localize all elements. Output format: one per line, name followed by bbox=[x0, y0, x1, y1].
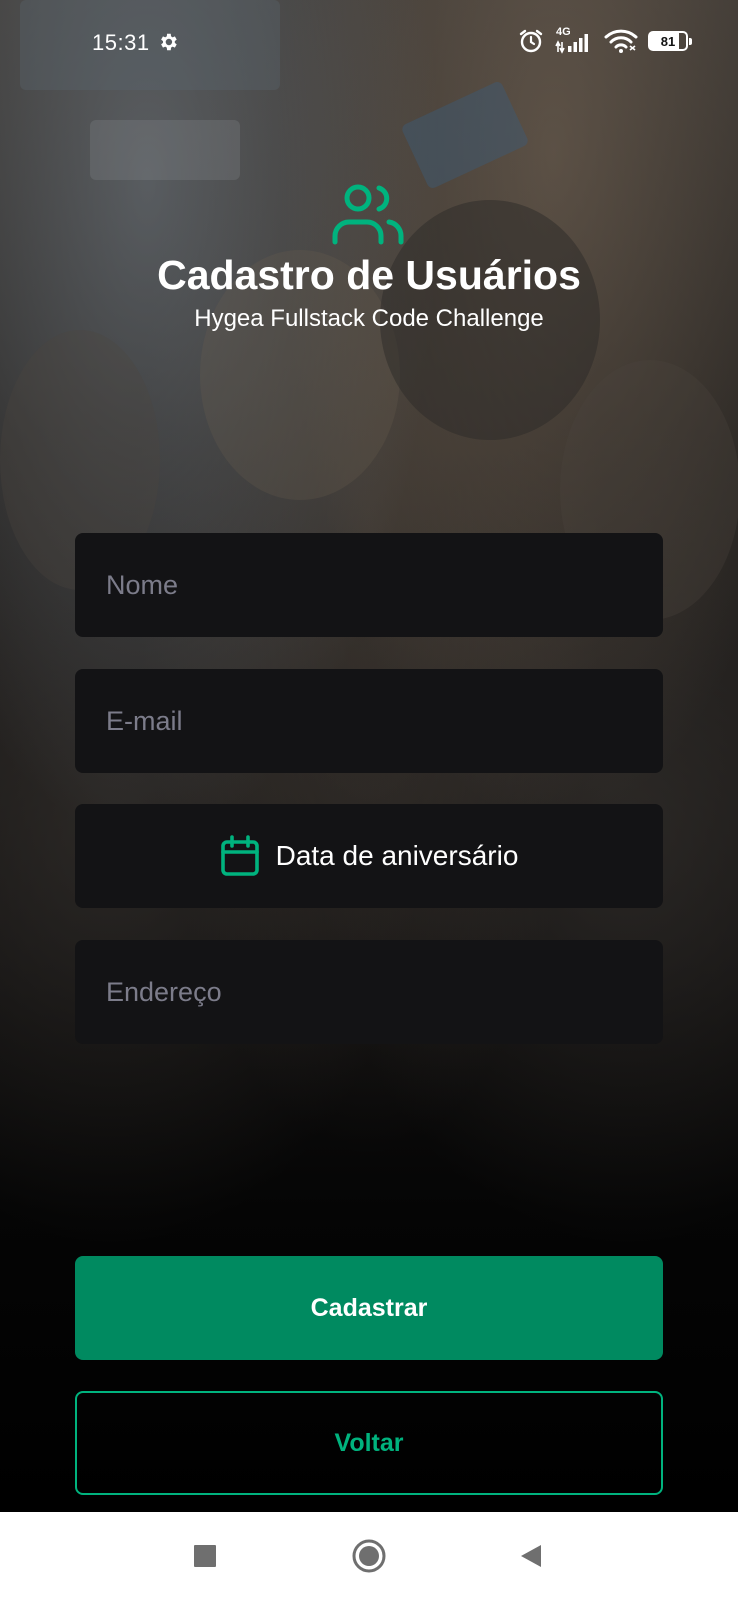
circle-icon bbox=[352, 1539, 386, 1573]
back-button-label: Voltar bbox=[334, 1428, 404, 1457]
email-field[interactable] bbox=[75, 669, 663, 773]
alarm-icon bbox=[519, 29, 543, 53]
battery-level: 81 bbox=[660, 33, 676, 49]
calendar-icon bbox=[220, 835, 259, 876]
square-icon bbox=[194, 1545, 216, 1567]
back-button[interactable]: Voltar bbox=[75, 1391, 663, 1495]
page-subtitle: Hygea Fullstack Code Challenge bbox=[194, 305, 544, 332]
name-field[interactable] bbox=[75, 533, 663, 637]
triangle-back-icon bbox=[521, 1545, 541, 1567]
page-title: Cadastro de Usuários bbox=[157, 252, 581, 298]
users-icon bbox=[332, 184, 404, 245]
birthday-date-picker[interactable]: Data de aniversário bbox=[75, 804, 663, 908]
status-bar: 15:31 4G 81 bbox=[0, 0, 738, 86]
signal-icon bbox=[555, 34, 588, 54]
recents-nav-button[interactable] bbox=[183, 1534, 227, 1578]
gear-icon bbox=[161, 33, 177, 51]
header: Cadastro de Usuários Hygea Fullstack Cod… bbox=[0, 180, 738, 334]
address-input[interactable] bbox=[106, 976, 632, 1008]
background-photo-shape bbox=[90, 120, 240, 180]
signal-indicator: 4G bbox=[554, 26, 594, 54]
app-screen: 15:31 4G 81 Cadastro de Usuários Hygea F… bbox=[0, 0, 738, 1512]
register-button[interactable]: Cadastrar bbox=[75, 1256, 663, 1360]
address-field[interactable] bbox=[75, 940, 663, 1044]
battery-icon: 81 bbox=[648, 31, 692, 51]
email-input[interactable] bbox=[106, 705, 632, 737]
system-navigation-bar bbox=[0, 1512, 738, 1600]
status-time: 15:31 bbox=[92, 30, 150, 55]
back-nav-button[interactable] bbox=[509, 1534, 553, 1578]
wifi-icon bbox=[604, 29, 638, 53]
home-nav-button[interactable] bbox=[347, 1534, 391, 1578]
name-input[interactable] bbox=[106, 569, 632, 601]
background-photo-shape bbox=[400, 80, 530, 190]
status-icons: 4G 81 bbox=[518, 26, 692, 54]
birthday-label: Data de aniversário bbox=[275, 840, 519, 871]
register-button-label: Cadastrar bbox=[310, 1293, 428, 1322]
